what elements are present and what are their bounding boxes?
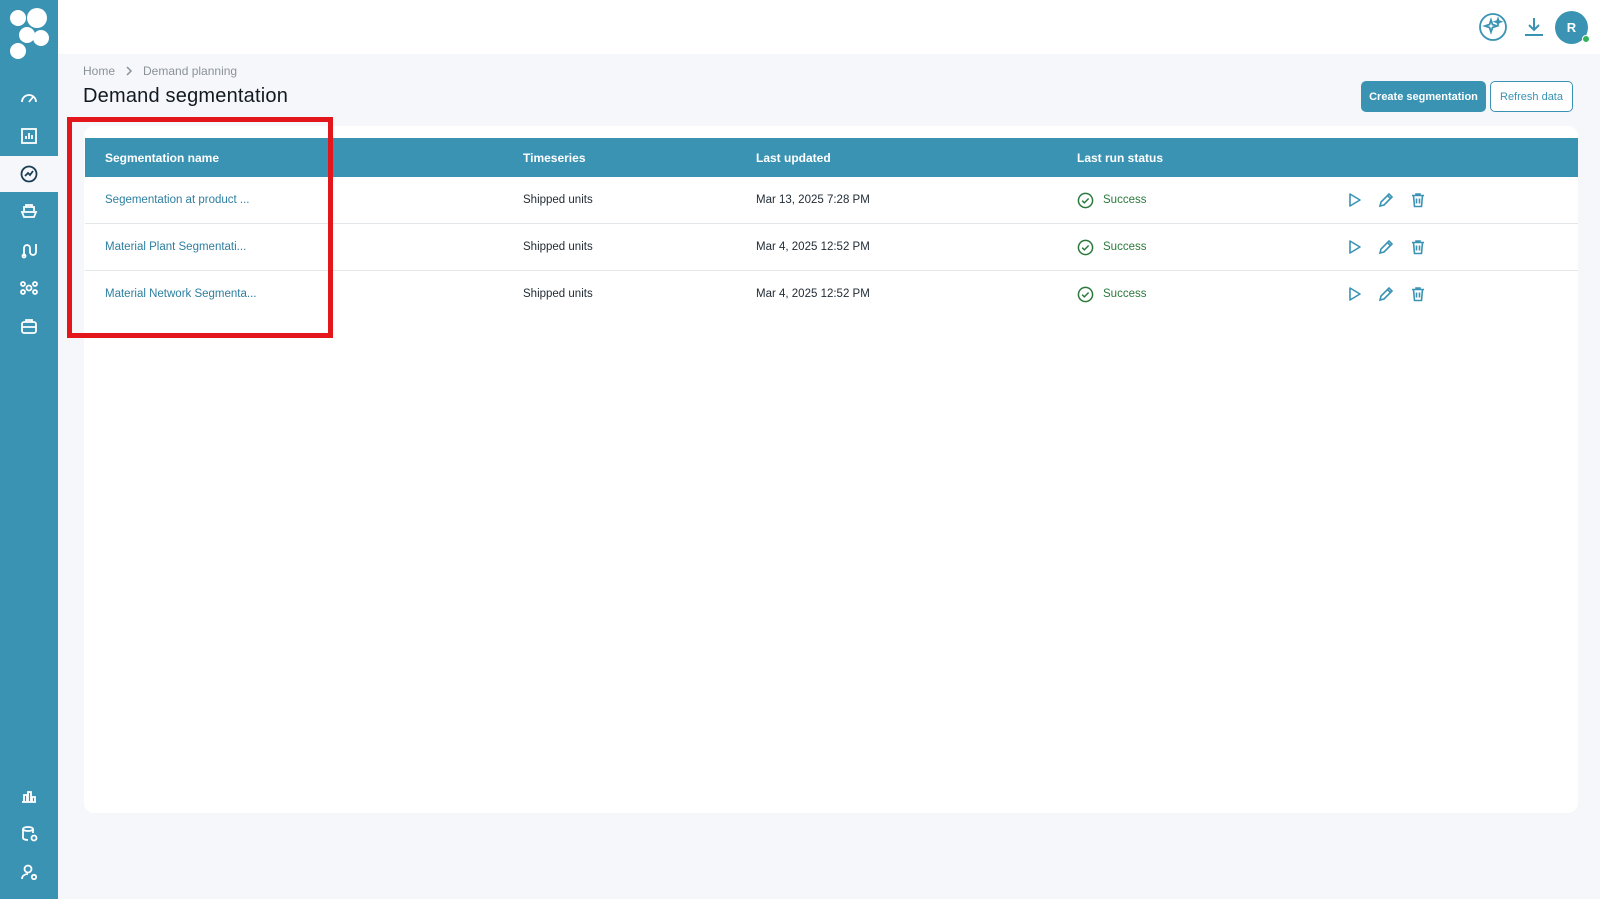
- run-button[interactable]: [1345, 285, 1363, 303]
- timeseries-value: Shipped units: [523, 241, 593, 253]
- logo-icon[interactable]: [8, 6, 50, 62]
- dashboard-icon: [21, 94, 37, 103]
- timeseries-value: Shipped units: [523, 288, 593, 300]
- edit-button[interactable]: [1377, 191, 1395, 209]
- route-icon: [21, 244, 37, 259]
- user-settings-icon: [21, 864, 38, 881]
- nav-portfolio[interactable]: [0, 308, 58, 344]
- avatar-initial: R: [1566, 20, 1577, 35]
- chevron-right-icon: [126, 66, 133, 76]
- play-icon: [1349, 193, 1361, 207]
- top-header: [58, 0, 1600, 54]
- nav-network[interactable]: [0, 270, 58, 306]
- play-icon: [1349, 287, 1361, 301]
- delete-button[interactable]: [1409, 238, 1427, 256]
- run-button[interactable]: [1345, 238, 1363, 256]
- pencil-icon: [1378, 286, 1394, 302]
- download-icon: [1525, 18, 1543, 36]
- refresh-data-button[interactable]: Refresh data: [1490, 81, 1573, 112]
- run-button[interactable]: [1345, 191, 1363, 209]
- column-header-last-updated[interactable]: Last updated: [756, 151, 831, 165]
- ai-sparkle-icon: [1479, 13, 1507, 41]
- user-avatar[interactable]: R: [1555, 11, 1590, 44]
- create-segmentation-button[interactable]: Create segmentation: [1361, 81, 1486, 112]
- status-text: Success: [1103, 288, 1147, 300]
- reports-icon: [22, 791, 36, 803]
- timeseries-value: Shipped units: [523, 194, 593, 206]
- nav-user-settings[interactable]: [0, 854, 58, 890]
- column-header-timeseries[interactable]: Timeseries: [523, 151, 586, 165]
- last-updated-value: Mar 13, 2025 7:28 PM: [756, 194, 870, 206]
- nav-analytics[interactable]: [0, 118, 58, 154]
- nav-routes[interactable]: [0, 232, 58, 268]
- play-icon: [1349, 240, 1361, 254]
- delete-button[interactable]: [1409, 285, 1427, 303]
- bar-chart-icon: [21, 128, 37, 144]
- status-text: Success: [1103, 194, 1147, 206]
- nav-data-settings[interactable]: [0, 816, 58, 852]
- sidebar: [0, 0, 58, 899]
- edit-button[interactable]: [1377, 285, 1395, 303]
- pencil-icon: [1378, 239, 1394, 255]
- column-header-last-run-status[interactable]: Last run status: [1077, 151, 1163, 165]
- last-updated-value: Mar 4, 2025 12:52 PM: [756, 288, 870, 300]
- network-icon: [20, 281, 38, 295]
- nav-reports[interactable]: [0, 778, 58, 814]
- download-button[interactable]: [1517, 10, 1551, 44]
- nav-dashboard[interactable]: [0, 80, 58, 116]
- check-circle-icon: [1077, 286, 1094, 302]
- page-title: Demand segmentation: [83, 85, 289, 107]
- online-status-dot: [1582, 35, 1590, 43]
- check-circle-icon: [1077, 192, 1094, 208]
- database-settings-icon: [22, 826, 38, 842]
- ship-icon: [20, 204, 38, 218]
- trash-icon: [1412, 193, 1424, 208]
- trash-icon: [1412, 287, 1424, 302]
- trash-icon: [1412, 240, 1424, 255]
- edit-button[interactable]: [1377, 238, 1395, 256]
- nav-demand-planning[interactable]: [0, 156, 58, 192]
- delete-button[interactable]: [1409, 191, 1427, 209]
- nav-shipping[interactable]: [0, 194, 58, 230]
- highlight-box: [67, 117, 333, 338]
- briefcase-icon: [21, 319, 37, 334]
- breadcrumb-demand-planning[interactable]: Demand planning: [143, 64, 237, 78]
- last-updated-value: Mar 4, 2025 12:52 PM: [756, 241, 870, 253]
- status-text: Success: [1103, 241, 1147, 253]
- breadcrumb: Home Demand planning: [83, 64, 237, 78]
- breadcrumb-home[interactable]: Home: [83, 64, 115, 78]
- pencil-icon: [1378, 192, 1394, 208]
- check-circle-icon: [1077, 239, 1094, 255]
- trend-icon: [20, 165, 38, 183]
- ai-assistant-button[interactable]: [1476, 10, 1510, 44]
